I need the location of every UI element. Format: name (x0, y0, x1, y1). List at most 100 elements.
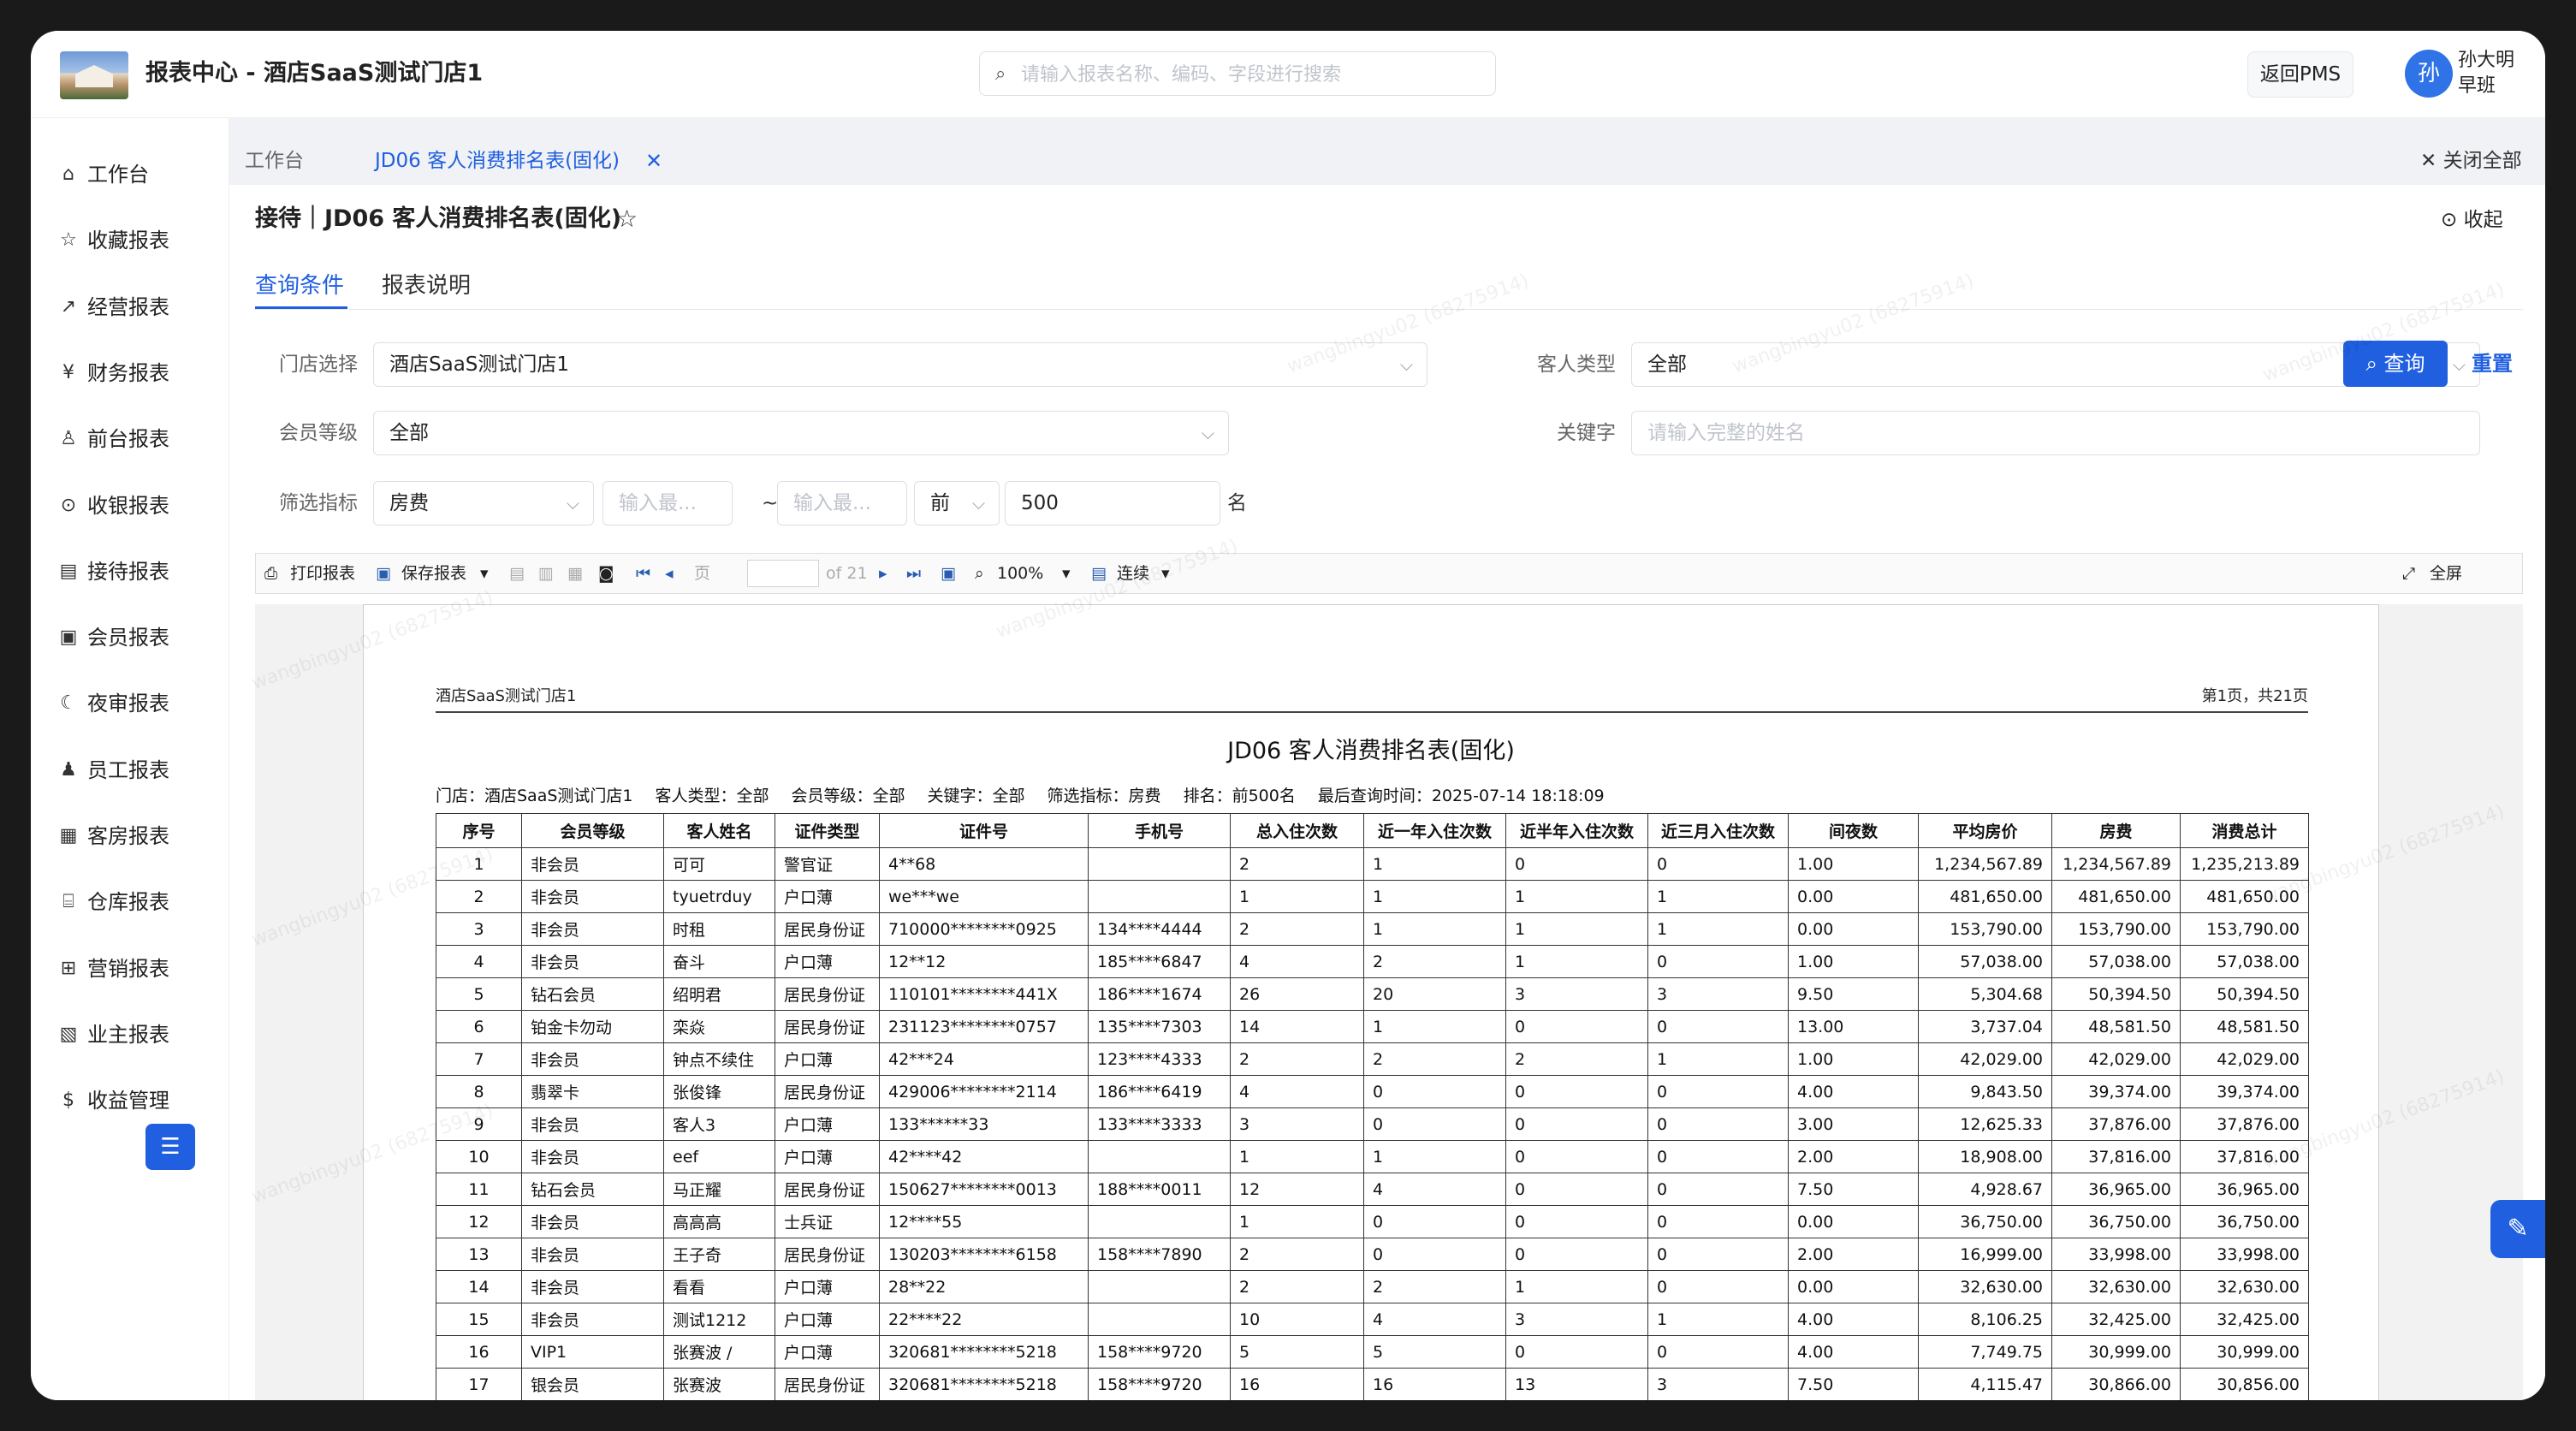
table-cell (1088, 1303, 1231, 1336)
member-level-value: 全部 (389, 422, 429, 444)
sidebar-collapse-button[interactable]: ☰ (145, 1124, 195, 1170)
sidebar-item-3[interactable]: ¥ 财务报表 (31, 349, 229, 397)
table-cell: 银会员 (521, 1368, 664, 1400)
sidebar-item-6[interactable]: ▤ 接待报表 (31, 548, 229, 596)
help-chat-icon[interactable]: ✎ (2490, 1200, 2545, 1258)
sidebar-item-5[interactable]: ⊙ 收银报表 (31, 482, 229, 530)
sidebar-item-0[interactable]: ⌂ 工作台 (31, 151, 229, 199)
room-icon: ▦ (59, 825, 78, 846)
rank-direction-select[interactable]: 前 ⌵ (914, 481, 1000, 525)
reset-button[interactable]: 重置 (2472, 341, 2513, 387)
sidebar-item-label: 客房报表 (87, 824, 169, 848)
report-search-box[interactable]: ⌕ (979, 51, 1496, 96)
subtab-query-conditions[interactable]: 查询条件 (255, 269, 344, 303)
table-header-cell: 证件类型 (775, 813, 880, 848)
sidebar-item-7[interactable]: ▣ 会员报表 (31, 614, 229, 662)
table-header-cell: 近一年入住次数 (1363, 813, 1506, 848)
table-cell: 158****7890 (1088, 1238, 1231, 1271)
rank-direction-value: 前 (930, 492, 950, 514)
copy-icon[interactable]: ▦ (567, 554, 583, 593)
table-row: 6 铂金卡勿动 栾焱 居民身份证 231123********0757 135****73… (436, 1010, 2309, 1043)
page-setup-icon[interactable]: ▤ (509, 554, 525, 593)
keyword-input[interactable]: 请输入完整的姓名 (1631, 411, 2480, 455)
chevron-down-icon: ⌵ (566, 493, 579, 514)
avatar[interactable]: 孙 (2405, 50, 2453, 98)
table-cell: 1 (1363, 880, 1506, 913)
table-cell: 0 (1505, 1140, 1648, 1173)
close-icon[interactable]: ✕ (645, 142, 662, 180)
home-icon: ⌂ (62, 163, 74, 185)
table-cell: 7 (436, 1042, 522, 1076)
member-level-select[interactable]: 全部 ⌵ (373, 411, 1229, 455)
sidebar-item-label: 员工报表 (87, 757, 169, 782)
fold-button[interactable]: ⊙ 收起 (2441, 205, 2503, 235)
app-window: 报表中心 - 酒店SaaS测试门店1 ⌕ 返回PMS 孙 孙大明 早班 ⌂ 工作台… (31, 31, 2545, 1400)
back-to-pms-button[interactable]: 返回PMS (2247, 51, 2353, 98)
table-cell: tyuetrduy (663, 880, 775, 913)
favorite-star-icon[interactable]: ☆ (616, 202, 638, 236)
table-cell (1088, 880, 1231, 913)
subtab-report-description[interactable]: 报表说明 (382, 269, 471, 303)
page-number-input[interactable] (747, 560, 819, 587)
table-cell: 12,625.33 (1918, 1107, 2052, 1141)
report-title: JD06 客人消费排名表(固化) (1227, 738, 1515, 764)
table-cell: 1,234,567.89 (2051, 847, 2181, 881)
sidebar-item-11[interactable]: ⌸ 仓库报表 (31, 878, 229, 926)
printer-icon[interactable]: ⎙ (264, 554, 277, 593)
rank-count-input[interactable]: 500 (1005, 481, 1220, 525)
sidebar-item-1[interactable]: ☆ 收藏报表 (31, 217, 229, 264)
close-all-tabs-button[interactable]: ✕ 关闭全部 (2420, 142, 2522, 180)
filter-metric-select[interactable]: 房费 ⌵ (373, 481, 594, 525)
last-page-icon[interactable]: ⏭ (906, 554, 921, 593)
tab-jd06-report[interactable]: JD06 客人消费排名表(固化) (375, 142, 620, 180)
tab-workbench[interactable]: 工作台 (245, 142, 304, 180)
sidebar-item-8[interactable]: ☾ 夜审报表 (31, 680, 229, 727)
table-cell: 0 (1505, 1010, 1648, 1043)
sidebar-item-14[interactable]: $ 收益管理 (31, 1077, 229, 1125)
table-cell: 123****4333 (1088, 1042, 1231, 1076)
sidebar-item-13[interactable]: ▧ 业主报表 (31, 1011, 229, 1059)
table-cell: 2 (1363, 945, 1506, 978)
print-report-button[interactable]: 打印报表 (290, 554, 355, 593)
query-button-label: 查询 (2383, 352, 2425, 376)
table-cell: 0 (1363, 1075, 1506, 1108)
table-cell: 居民身份证 (775, 1010, 880, 1043)
chevron-down-icon[interactable]: ▾ (1062, 554, 1071, 593)
zoom-level[interactable]: 100% (997, 554, 1043, 593)
table-cell: 可可 (663, 847, 775, 881)
zoom-icon[interactable]: ⌕ (975, 554, 984, 593)
table-cell: 4,928.67 (1918, 1173, 2052, 1206)
report-preview-area[interactable]: 酒店SaaS测试门店1 第1页，共21页 JD06 客人消费排名表(固化) 门店… (255, 604, 2523, 1400)
active-subtab-indicator (255, 306, 347, 309)
min-value-input[interactable]: 输入最... (602, 481, 733, 525)
report-search-input[interactable] (1021, 61, 1483, 88)
user-shift: 早班 (2458, 75, 2496, 97)
table-cell: 48,581.50 (2180, 1010, 2309, 1043)
table-cell: 1 (1363, 1010, 1506, 1043)
first-page-icon[interactable]: ⏮ (636, 554, 650, 593)
sidebar-item-12[interactable]: ⊞ 营销报表 (31, 945, 229, 993)
sidebar-item-2[interactable]: ↗ 经营报表 (31, 283, 229, 331)
max-value-input[interactable]: 输入最... (777, 481, 907, 525)
store-select[interactable]: 酒店SaaS测试门店1 ⌵ (373, 342, 1427, 387)
table-header-cell: 房费 (2051, 813, 2181, 848)
table-cell: 30,856.00 (2180, 1368, 2309, 1400)
next-page-icon[interactable]: ▸ (879, 554, 887, 593)
paste-icon[interactable]: ▥ (538, 554, 554, 593)
save-report-button[interactable]: 保存报表 (401, 554, 466, 593)
sidebar-item-10[interactable]: ▦ 客房报表 (31, 812, 229, 860)
fullscreen-icon[interactable]: ⤢ (2402, 554, 2415, 593)
page-title: 接待｜JD06 客人消费排名表(固化) (255, 205, 622, 232)
sidebar-item-9[interactable]: ♟ 员工报表 (31, 746, 229, 794)
save-icon[interactable]: ▣ (376, 554, 391, 593)
fullscreen-button[interactable]: 全屏 (2430, 554, 2462, 593)
table-header-cell: 平均房价 (1918, 813, 2052, 848)
page-total: of 21 (826, 564, 868, 583)
sidebar-item-4[interactable]: ♙ 前台报表 (31, 415, 229, 463)
prev-page-icon[interactable]: ◂ (665, 554, 674, 593)
table-cell: 4.00 (1788, 1335, 1919, 1369)
table-cell: 居民身份证 (775, 1238, 880, 1271)
table-cell: 2 (1363, 1042, 1506, 1076)
find-binoculars-icon[interactable]: ◙ (598, 554, 614, 593)
export-icon[interactable]: ▣ (941, 554, 956, 593)
